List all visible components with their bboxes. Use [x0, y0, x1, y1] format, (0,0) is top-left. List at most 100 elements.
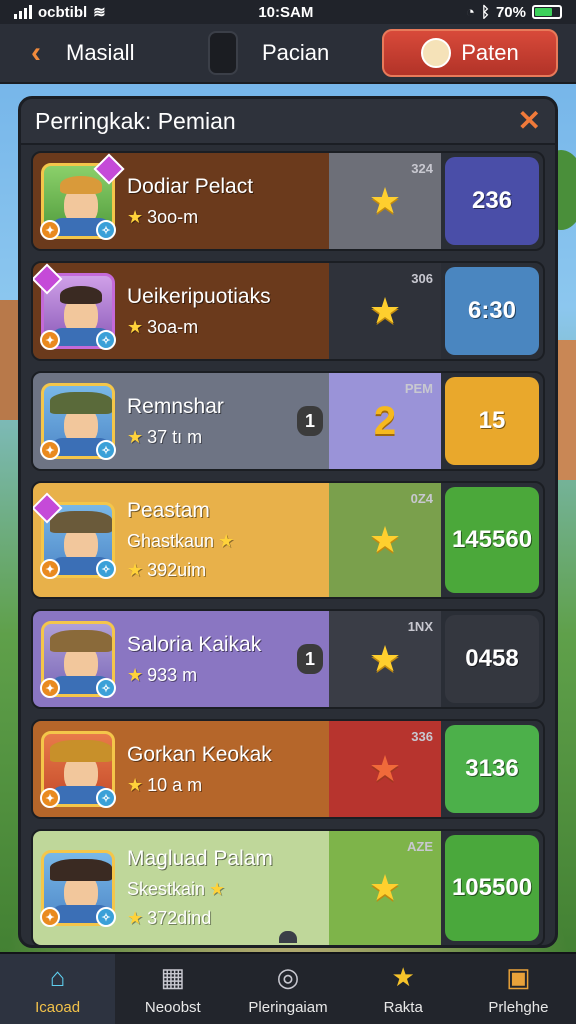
- level-badge-icon: ✦: [40, 678, 60, 698]
- class-badge-icon: ✧: [96, 788, 116, 808]
- player-avatar[interactable]: ✦ ✧: [40, 383, 116, 460]
- player-cell: ✦ ✧ Remnshar ★ 37 tı m1: [33, 373, 329, 469]
- level-badge-icon: ✦: [40, 330, 60, 350]
- leaderboard-row[interactable]: ✦ ✧ Gorkan Keokak ★ 10 a m 336 ★ 3136: [31, 719, 545, 819]
- player-avatar[interactable]: ✦ ✧: [40, 621, 116, 698]
- panel-header: Perringkak: Pemian ✕: [21, 99, 555, 145]
- pet-icon: [421, 38, 452, 68]
- player-avatar[interactable]: ✦ ✧: [40, 850, 116, 927]
- star-icon: ★: [127, 774, 144, 795]
- pet-button-label: Paten: [461, 40, 519, 65]
- rank-cell: PEM 2: [329, 373, 441, 469]
- player-score: 145560: [445, 487, 539, 593]
- rank-star-icon: ★: [368, 867, 402, 908]
- leaderboard-row[interactable]: ✦ ✧ Ueikeripuotiaks ★ 3oa-m 306 ★ 6:30: [31, 261, 545, 361]
- class-badge-icon: ✧: [96, 559, 116, 579]
- player-score: 15: [445, 377, 539, 465]
- player-score: 6:30: [445, 267, 539, 355]
- bottom-nav: ⌂ Icaoad ▦ Neoobst ◎ Pleringaiam ★ Rakta ▣ Prlehg…: [0, 952, 576, 1024]
- player-name: Saloria Kaikak: [127, 632, 262, 656]
- player-cell: ✦ ✧ Gorkan Keokak ★ 10 a m: [33, 721, 329, 817]
- rank-cell: AZE ★: [329, 831, 441, 945]
- rank-code: 336: [411, 729, 433, 744]
- bottom-nav-item[interactable]: ⌂ Icaoad: [0, 954, 116, 1024]
- rank-cell: 336 ★: [329, 721, 441, 817]
- player-name: Magluad Palam: [127, 847, 273, 870]
- bottom-nav-label: Neoobst: [144, 998, 201, 1016]
- star-icon: ★: [127, 908, 144, 928]
- battery-icon: [532, 5, 562, 19]
- level-badge-icon: ✦: [40, 788, 60, 808]
- signal-icon: [14, 5, 32, 19]
- level-badge-icon: ✦: [40, 907, 60, 927]
- back-label[interactable]: Masiall: [66, 40, 196, 66]
- bottom-nav-label: Icaoad: [35, 998, 81, 1016]
- rank-cell: 306 ★: [329, 263, 441, 359]
- player-score: 105500: [445, 835, 539, 941]
- class-badge-icon: ✧: [96, 220, 116, 240]
- bottom-nav-item[interactable]: ◎ Pleringaiam: [230, 954, 345, 1024]
- level-badge-icon: ✦: [40, 220, 60, 240]
- bottom-nav-label: Pleringaiam: [248, 998, 328, 1016]
- leaderboard-row[interactable]: ✦ ✧ Remnshar ★ 37 tı m 1 PEM 2 15: [31, 371, 545, 471]
- player-name: Dodiar Pelact: [127, 174, 254, 198]
- player-title: Skestkain ★: [127, 879, 226, 899]
- close-icon[interactable]: ✕: [518, 107, 541, 135]
- player-distance: ★ 37 tı m: [127, 426, 203, 447]
- bottom-nav-item[interactable]: ★ Rakta: [346, 954, 461, 1024]
- player-cell: ✦ ✧ Ueikeripuotiaks ★ 3oa-m: [33, 263, 329, 359]
- bottom-nav-item[interactable]: ▣ Prlehghe: [461, 954, 576, 1024]
- bottom-nav-label: Prlehghe: [488, 998, 549, 1016]
- rank-star-icon: ★: [368, 748, 402, 789]
- rank-code: 1NX: [407, 619, 433, 634]
- star-icon: ★: [127, 560, 144, 580]
- bottom-nav-item[interactable]: ▦ Neoobst: [115, 954, 230, 1024]
- class-badge-icon: ✧: [96, 440, 116, 460]
- rank-code: AZE: [407, 839, 433, 854]
- player-name: Gorkan Keokak: [127, 742, 272, 766]
- leaderboard-row[interactable]: ✦ ✧ Peastam Ghastkaun ★ ★ 392uim 0Z4 ★ 145560: [31, 481, 545, 599]
- player-distance: ★ 3oo-m: [127, 206, 199, 227]
- rank-star-icon: ★: [368, 290, 402, 331]
- player-avatar[interactable]: ✦ ✧: [40, 731, 116, 808]
- star-icon: ★: [127, 316, 144, 337]
- device-button[interactable]: [208, 31, 238, 75]
- star-icon: ★: [218, 531, 235, 551]
- ranking-icon: ◎: [276, 962, 300, 992]
- player-avatar[interactable]: ✦ ✧: [33, 263, 116, 350]
- class-badge-icon: ✧: [96, 330, 116, 350]
- rank-code: 324: [411, 161, 433, 176]
- leaderboard-row[interactable]: ✦ ✧ Saloria Kaikak ★ 933 m 1 1NX ★ 0458: [31, 609, 545, 709]
- leaderboard-row[interactable]: ✦ ✧ Dodiar Pelact ★ 3oo-m 324 ★ 236: [31, 151, 545, 251]
- class-badge-icon: ✧: [96, 678, 116, 698]
- battery-percent: 70%: [495, 3, 526, 21]
- scroll-handle[interactable]: [279, 931, 297, 943]
- status-bar: ocbtibl ≋ 10:SAM ◔ ᛒ 70%: [0, 0, 576, 24]
- player-name: Remnshar: [127, 394, 224, 418]
- rank-cell: 0Z4 ★: [329, 483, 441, 597]
- player-distance: ★ 10 a m: [127, 774, 203, 795]
- player-score: 3136: [445, 725, 539, 813]
- pet-button[interactable]: Paten: [382, 29, 558, 77]
- leaderboard-list: ✦ ✧ Dodiar Pelact ★ 3oo-m 324 ★ 236 ✦ ✧ Ueikeripuo…: [21, 145, 555, 945]
- player-distance: ★ 372dind: [127, 908, 212, 928]
- player-name: Peastam: [127, 499, 210, 522]
- player-avatar[interactable]: ✦ ✧: [33, 492, 116, 579]
- player-cell: ✦ ✧ Saloria Kaikak ★ 933 m1: [33, 611, 329, 707]
- back-chevron-icon[interactable]: ‹: [18, 33, 54, 73]
- alarm-icon: ◔: [465, 3, 475, 21]
- player-title: Ghastkaun ★: [127, 531, 235, 551]
- carrier-label: ocbtibl: [38, 3, 88, 21]
- star-icon: ★: [127, 426, 144, 447]
- star-icon: ★: [127, 664, 144, 685]
- rank-star-icon: ★: [368, 638, 402, 679]
- rank-star-icon: ★: [368, 519, 402, 560]
- leaderboard-row[interactable]: ✦ ✧ Magluad Palam Skestkain ★ ★ 372dind AZE ★ 105…: [31, 829, 545, 945]
- nav-center-label[interactable]: Pacian: [250, 40, 370, 66]
- level-badge-icon: ✦: [40, 440, 60, 460]
- panel-title: Perringkak: Pemian: [35, 107, 236, 134]
- rank-cell: 324 ★: [329, 153, 441, 249]
- bottom-nav-label: Rakta: [383, 998, 423, 1016]
- player-avatar[interactable]: ✦ ✧: [40, 153, 125, 240]
- player-distance: ★ 933 m: [127, 664, 198, 685]
